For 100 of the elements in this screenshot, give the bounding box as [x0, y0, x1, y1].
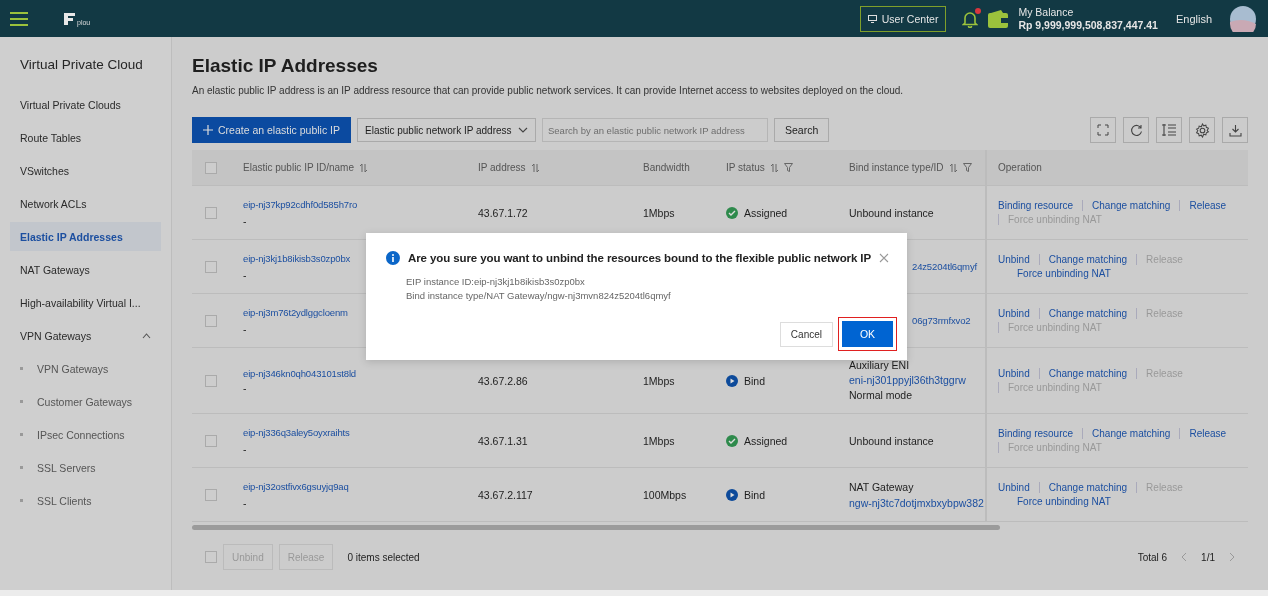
sidebar-subitem[interactable]: SSL Clients	[10, 486, 161, 515]
bind-instance-text: Auxiliary ENI	[849, 358, 910, 373]
operation-link[interactable]: Force unbinding NAT	[1008, 268, 1120, 279]
sort-icon[interactable]	[360, 162, 367, 173]
monitor-icon	[867, 14, 877, 23]
dialog-detail: EIP instance ID:eip-nj3kj1b8ikisb3s0zp0bx	[406, 275, 586, 289]
column-header[interactable]: IP address	[467, 150, 632, 185]
search-field[interactable]: Search by an elastic public network IP address	[542, 118, 768, 142]
filter-icon[interactable]	[962, 163, 972, 172]
operation-link[interactable]: Unbind	[998, 368, 1039, 379]
plus-icon	[203, 125, 213, 135]
operation-link[interactable]: Unbind	[998, 308, 1039, 319]
sidebar-item[interactable]: Elastic IP Addresses	[10, 222, 161, 251]
sort-icon[interactable]	[531, 162, 539, 173]
menu-icon[interactable]	[10, 11, 28, 26]
operation-link[interactable]: Binding resource	[998, 428, 1083, 439]
user-center-button[interactable]: User Center	[859, 5, 947, 32]
filter-icon[interactable]	[783, 163, 793, 172]
column-header[interactable]: Bind instance type/ID	[838, 150, 985, 185]
sidebar-item[interactable]: Network ACLs	[10, 189, 161, 218]
sidebar-subitem[interactable]: Customer Gateways	[10, 387, 161, 416]
operation-link[interactable]: Change matching	[1038, 482, 1137, 493]
row-checkbox[interactable]	[205, 434, 217, 447]
operation-link[interactable]: Change matching	[1082, 428, 1180, 439]
create-button[interactable]: Create an elastic public IP	[192, 117, 351, 143]
sort-icon[interactable]	[770, 162, 778, 173]
operation-link[interactable]: Force unbinding NAT	[1008, 496, 1120, 507]
page-indicator: 1/1	[1201, 551, 1215, 563]
refresh-icon[interactable]	[1123, 117, 1149, 143]
sidebar-item[interactable]: NAT Gateways	[10, 255, 161, 284]
column-header: Bandwidth	[642, 161, 691, 175]
row-checkbox[interactable]	[205, 488, 217, 501]
sidebar-subitem[interactable]: IPsec Connections	[10, 420, 161, 449]
row-checkbox[interactable]	[205, 374, 217, 387]
settings-icon[interactable]	[1189, 117, 1215, 143]
row-checkbox[interactable]	[205, 314, 217, 327]
eip-alias: -	[243, 441, 247, 456]
sidebar-item[interactable]: Route Tables	[10, 123, 161, 152]
close-icon[interactable]	[879, 253, 889, 263]
eip-name-link[interactable]: eip-nj3m76t2ydlggcloenm	[243, 305, 348, 320]
eip-name-link[interactable]: eip-nj37kp92cdhf0d585h7ro	[243, 197, 358, 212]
operation-link[interactable]: Change matching	[1038, 368, 1137, 379]
column-list-icon[interactable]	[1156, 117, 1182, 143]
language-selector[interactable]: English	[1175, 12, 1212, 25]
ok-button[interactable]: OK	[842, 321, 893, 347]
wallet-icon[interactable]	[988, 9, 1009, 28]
cancel-button[interactable]: Cancel	[779, 321, 833, 347]
bandwidth: 1Mbps	[643, 434, 675, 447]
eip-name-link[interactable]: eip-nj3kj1b8ikisb3s0zp0bx	[243, 251, 351, 266]
info-icon	[386, 251, 400, 265]
sidebar-subitem[interactable]: VPN Gateways	[10, 354, 161, 383]
bind-instance-text: NAT Gateway	[849, 479, 914, 494]
operation-link[interactable]: Change matching	[1038, 308, 1137, 319]
bind-instance-link[interactable]: ngw-nj3tc7dotjmxbxybpw382	[849, 495, 984, 510]
select-all-checkbox[interactable]	[205, 161, 217, 174]
eip-name-link[interactable]: eip-nj336q3aley5oyxraihts	[243, 425, 350, 440]
eip-alias: -	[243, 321, 247, 336]
eip-name-link[interactable]: eip-nj346kn0qh043101st8ld	[243, 365, 356, 381]
eip-name-link[interactable]: eip-nj32ostfivx6gsuyjq9aq	[243, 479, 349, 494]
filter-select[interactable]: Elastic public network IP address	[357, 118, 536, 142]
total-count: Total 6	[1137, 551, 1168, 563]
operation-link[interactable]: Unbind	[998, 482, 1039, 493]
column-header[interactable]: Elastic public IP ID/name	[235, 150, 467, 185]
row-checkbox[interactable]	[205, 206, 217, 219]
operation-link[interactable]: Change matching	[1082, 200, 1180, 211]
sort-icon[interactable]	[949, 162, 957, 173]
row-checkbox[interactable]	[205, 260, 217, 273]
page-title: Elastic IP Addresses	[192, 55, 379, 77]
sidebar-title: Virtual Private Cloud	[19, 57, 144, 72]
bind-instance-link[interactable]: eni-nj301ppyjl36th3tggrw	[849, 373, 966, 388]
eip-alias: -	[243, 495, 247, 510]
sidebar-item[interactable]: VSwitches	[10, 156, 161, 185]
sidebar-item[interactable]: VPN Gateways	[10, 321, 161, 350]
search-button[interactable]: Search	[774, 118, 830, 142]
operation-link[interactable]: Release	[1179, 428, 1236, 439]
eip-alias: -	[243, 267, 247, 282]
sidebar-subitem[interactable]: SSL Servers	[10, 453, 161, 482]
select-all-checkbox[interactable]	[205, 551, 217, 563]
ip-address: 43.67.2.117	[478, 488, 533, 501]
avatar[interactable]	[1230, 5, 1256, 32]
bell-icon[interactable]	[962, 9, 979, 28]
eip-alias: -	[243, 213, 247, 228]
ip-status: Bind	[744, 374, 765, 387]
operation-link[interactable]: Unbind	[998, 254, 1039, 265]
download-icon[interactable]	[1222, 117, 1248, 143]
next-page-icon[interactable]	[1229, 552, 1235, 562]
horizontal-scrollbar[interactable]	[192, 525, 1000, 530]
fullscreen-icon[interactable]	[1090, 117, 1116, 143]
operation-link[interactable]: Binding resource	[998, 200, 1083, 211]
operation-link[interactable]: Change matching	[1038, 254, 1137, 265]
page-description: An elastic public IP address is an IP address resource that can provide public network services. It can provide Internet access to websites deployed on the cloud.	[192, 85, 905, 96]
column-header[interactable]: IP status	[715, 150, 838, 185]
balance-amount: Rp 9,999,999,508,837,447.41	[1018, 18, 1158, 32]
sidebar-item[interactable]: High-availability Virtual I...	[10, 288, 161, 317]
chevron-icon[interactable]	[142, 332, 151, 339]
previous-page-icon[interactable]	[1181, 552, 1188, 562]
dialog-title: Are you sure you want to unbind the resources bound to the flexible public network IP	[407, 252, 872, 264]
ip-address: 43.67.1.72	[478, 206, 528, 219]
sidebar-item[interactable]: Virtual Private Clouds	[10, 90, 161, 119]
operation-link[interactable]: Release	[1179, 200, 1236, 211]
